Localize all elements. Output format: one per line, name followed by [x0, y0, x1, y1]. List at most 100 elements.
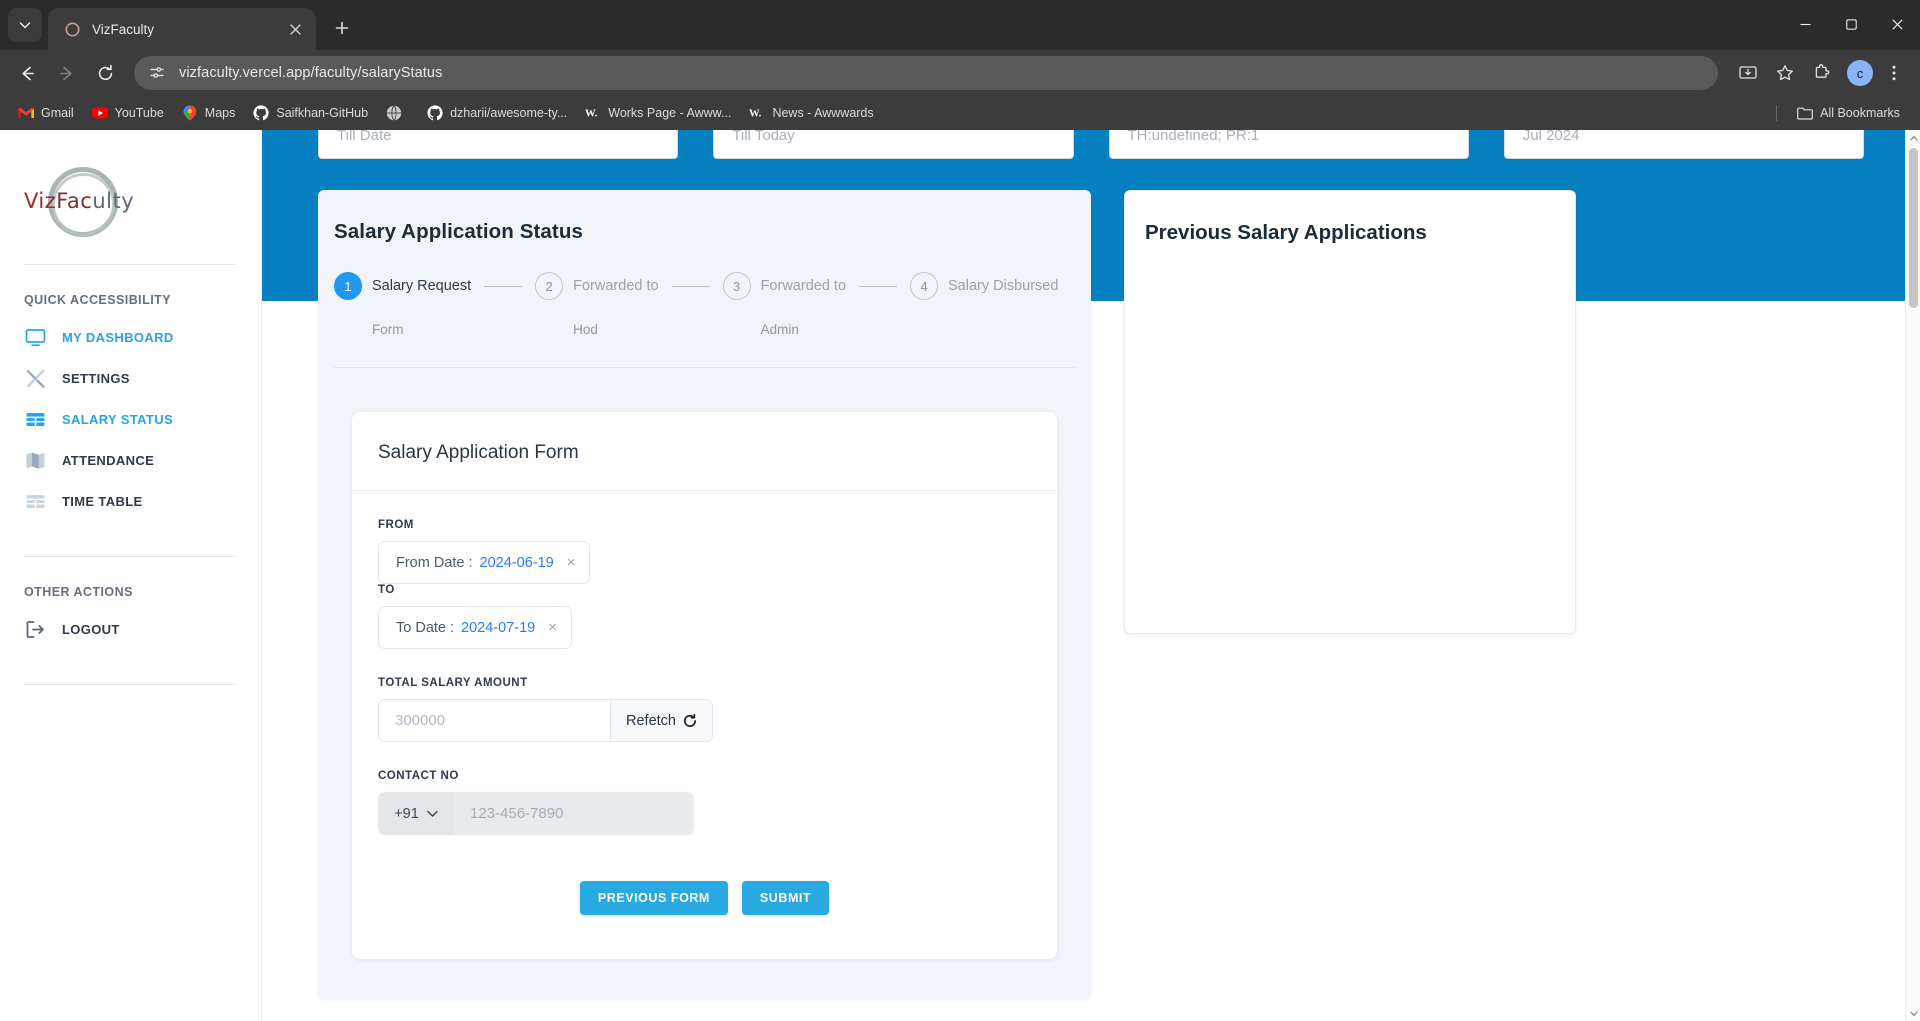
step-number: 2 — [535, 272, 564, 300]
from-date-picker[interactable]: From Date : 2024-06-19 × — [378, 541, 591, 584]
bookmark-dzharii-awesome[interactable]: dzharii/awesome-ty... — [419, 100, 575, 126]
globe-icon — [386, 105, 402, 121]
awwwards-icon: W. — [585, 105, 601, 121]
scroll-up-button[interactable] — [1906, 130, 1920, 145]
sidebar-item-logout[interactable]: LOGOUT — [0, 609, 261, 650]
summary-field-th-pr[interactable]: TH:undefined; PR:1 — [1108, 130, 1469, 159]
address-bar[interactable]: vizfaculty.vercel.app/faculty/salaryStat… — [134, 56, 1718, 90]
bookmark-maps[interactable]: Maps — [174, 100, 244, 126]
step-number: 4 — [910, 272, 939, 300]
all-bookmarks-label: All Bookmarks — [1820, 106, 1900, 120]
chevron-down-icon — [1909, 1010, 1918, 1016]
bookmark-star-icon[interactable] — [1769, 57, 1801, 89]
bookmarks-bar: Gmail YouTube Maps Saifkhan-GitHub dzhar… — [0, 96, 1920, 130]
sidebar-item-time-table[interactable]: TIME TABLE — [0, 481, 261, 522]
sidebar-item-label: ATTENDANCE — [62, 453, 155, 468]
to-date-picker[interactable]: To Date : 2024-07-19 × — [378, 606, 572, 649]
tab-strip: VizFaculty — [0, 0, 1920, 50]
contact-number-input[interactable] — [454, 792, 694, 835]
summary-fields-row: Till Date Till Today TH:undefined; PR:1 … — [262, 130, 1920, 159]
salary-input[interactable] — [378, 699, 610, 742]
sidebar-item-settings[interactable]: SETTINGS — [0, 358, 261, 399]
step-connector — [671, 286, 710, 287]
refetch-button[interactable]: Refetch — [610, 699, 713, 742]
step-2[interactable]: 2 Forwarded to Hod — [535, 272, 659, 337]
logout-icon — [24, 619, 46, 641]
back-button[interactable] — [10, 56, 44, 90]
map-icon — [24, 450, 46, 472]
chrome-menu-icon[interactable] — [1878, 57, 1910, 89]
page-scrollbar[interactable] — [1905, 130, 1920, 1021]
salary-application-form-card: Salary Application Form FROM From Date :… — [352, 412, 1057, 959]
submit-button[interactable]: SUBMIT — [741, 881, 830, 915]
clear-icon[interactable]: × — [567, 554, 576, 571]
url-text: vizfaculty.vercel.app/faculty/salaryStat… — [179, 65, 443, 81]
all-bookmarks-button[interactable]: All Bookmarks — [1789, 100, 1908, 126]
step-1[interactable]: 1 Salary Request Form — [334, 272, 471, 337]
bookmark-news-awwwards[interactable]: W. News - Awwwards — [741, 100, 881, 126]
bookmark-works-page-awwwards[interactable]: W. Works Page - Awww... — [577, 100, 739, 126]
tab-search-button[interactable] — [8, 8, 42, 42]
previous-form-button[interactable]: PREVIOUS FORM — [579, 881, 728, 915]
bookmark-globe[interactable] — [378, 100, 417, 126]
step-label: Forwarded to — [573, 278, 659, 294]
close-icon — [1891, 18, 1903, 30]
sidebar-item-attendance[interactable]: ATTENDANCE — [0, 440, 261, 481]
sidebar-section-title-other: OTHER ACTIONS — [24, 585, 133, 599]
scrollbar-thumb[interactable] — [1909, 148, 1918, 308]
maximize-button[interactable] — [1828, 0, 1874, 48]
sidebar-item-label: SALARY STATUS — [62, 412, 173, 427]
browser-window: VizFaculty vizfaculty.vercel.app/faculty… — [0, 0, 1920, 1021]
forward-button[interactable] — [49, 56, 83, 90]
bookmark-gmail[interactable]: Gmail — [10, 100, 82, 126]
plus-icon — [335, 21, 349, 35]
summary-field-till-today[interactable]: Till Today — [713, 130, 1074, 159]
install-app-icon[interactable] — [1732, 57, 1764, 89]
step-label: Salary Disbursed — [948, 278, 1059, 294]
step-sublabel: Form — [372, 322, 404, 337]
folder-icon — [1797, 105, 1814, 121]
bookmark-label: Gmail — [41, 106, 74, 120]
app-sidebar: VizFaculty QUICK ACCESSIBILITY MY DASHBO… — [0, 130, 262, 1021]
summary-field-text: Till Today — [732, 130, 795, 144]
all-bookmarks-group: All Bookmarks — [1776, 100, 1910, 126]
close-icon[interactable] — [284, 18, 306, 40]
country-code-select[interactable]: +91 — [378, 792, 454, 835]
minimize-button[interactable] — [1782, 0, 1828, 48]
step-sublabel: Hod — [573, 322, 598, 337]
summary-field-text: Till Date — [337, 130, 392, 144]
app-logo[interactable]: VizFaculty — [0, 148, 261, 256]
step-connector — [484, 286, 523, 287]
to-date-value: 2024-07-19 — [461, 619, 536, 636]
sidebar-item-my-dashboard[interactable]: MY DASHBOARD — [0, 317, 261, 358]
reload-button[interactable] — [88, 56, 122, 90]
field-group-to: TO To Date : 2024-07-19 × — [378, 584, 720, 649]
arrow-left-icon — [21, 66, 34, 80]
bookmark-youtube[interactable]: YouTube — [84, 100, 172, 126]
close-window-button[interactable] — [1874, 0, 1920, 48]
bookmark-label: Saifkhan-GitHub — [276, 106, 369, 120]
scroll-down-button[interactable] — [1906, 1006, 1920, 1021]
browser-tab[interactable]: VizFaculty — [48, 8, 316, 50]
clear-icon[interactable]: × — [548, 619, 557, 636]
svg-text:W.: W. — [585, 109, 598, 120]
content-row: Salary Application Status 1 Salary Reque… — [318, 190, 1864, 999]
from-label: FROM — [378, 519, 414, 531]
profile-avatar[interactable]: c — [1847, 60, 1873, 86]
to-date-prefix: To Date : — [396, 619, 455, 636]
step-3[interactable]: 3 Forwarded to Admin — [722, 272, 846, 337]
bookmark-saifkhan-github[interactable]: Saifkhan-GitHub — [245, 100, 376, 126]
vizfaculty-favicon — [64, 21, 81, 38]
site-settings-icon[interactable] — [148, 64, 166, 82]
sidebar-item-salary-status[interactable]: SALARY STATUS — [0, 399, 261, 440]
extensions-icon[interactable] — [1806, 57, 1838, 89]
step-4[interactable]: 4 Salary Disbursed — [910, 272, 1058, 322]
tab-title: VizFaculty — [92, 21, 155, 37]
reload-icon — [98, 64, 112, 80]
summary-field-month[interactable]: Jul 2024 — [1503, 130, 1864, 159]
bookmark-label: News - Awwwards — [772, 106, 874, 120]
new-tab-button[interactable] — [326, 12, 358, 44]
summary-field-till-date[interactable]: Till Date — [318, 130, 679, 159]
form-title: Salary Application Form — [352, 412, 1057, 491]
salary-input-group: Refetch — [378, 699, 713, 742]
